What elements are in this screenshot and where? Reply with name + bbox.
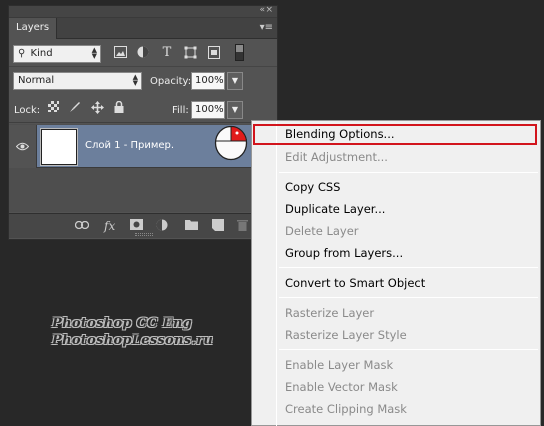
menu-separator — [279, 349, 538, 350]
kind-filter-select[interactable]: ⚲ Kind ▲ ▼ — [13, 45, 101, 63]
lock-image-pixels-icon[interactable] — [68, 101, 82, 115]
adjustment-filter-icon[interactable] — [136, 46, 150, 60]
right-click-mouse-icon — [213, 123, 249, 161]
fx-icon[interactable]: fx — [104, 219, 115, 233]
tab-layers[interactable]: Layers — [9, 18, 57, 39]
lock-label: Lock: — [14, 105, 41, 116]
opacity-label: Opacity: — [150, 76, 192, 87]
blend-row: Normal ▲ ▼ Opacity: 100% ▼ — [9, 68, 277, 94]
menu-separator — [279, 267, 538, 268]
link-icon[interactable] — [74, 219, 90, 233]
menu-item-rasterize-layer[interactable]: Rasterize Layer — [285, 303, 374, 323]
menu-separator — [279, 297, 538, 298]
eye-icon[interactable] — [15, 141, 30, 154]
updown-arrows-icon: ▲ ▼ — [91, 46, 97, 60]
close-icon[interactable]: × — [265, 5, 273, 15]
lock-all-icon[interactable] — [112, 100, 126, 115]
blend-mode-select[interactable]: Normal ▲ ▼ — [13, 72, 142, 90]
visibility-toggle[interactable] — [9, 125, 37, 168]
shape-filter-icon[interactable] — [183, 46, 197, 60]
filter-toggle[interactable] — [235, 44, 244, 61]
layer-context-menu: Blending Options... Edit Adjustment... C… — [251, 120, 541, 426]
menu-item-convert-to-smart-object[interactable]: Convert to Smart Object — [285, 273, 425, 293]
lock-transparent-pixels-icon[interactable] — [46, 101, 60, 115]
opacity-field[interactable]: 100% — [191, 72, 225, 90]
opacity-dropdown-button[interactable]: ▼ — [227, 72, 243, 90]
panel-menu-icon[interactable]: ▾≡ — [260, 22, 273, 33]
menu-separator — [279, 172, 538, 173]
fill-field[interactable]: 100% — [191, 101, 225, 119]
kind-label: Kind — [30, 48, 53, 59]
search-icon: ⚲ — [18, 48, 26, 59]
layer-thumbnail[interactable] — [40, 128, 78, 166]
menu-item-copy-css[interactable]: Copy CSS — [285, 177, 340, 197]
fill-label: Fill: — [172, 105, 189, 116]
menu-item-enable-vector-mask[interactable]: Enable Vector Mask — [285, 377, 398, 397]
menu-item-duplicate-layer[interactable]: Duplicate Layer... — [285, 199, 385, 219]
panel-tab-bar: Layers ▾≡ — [9, 18, 277, 39]
image-filter-icon[interactable] — [113, 46, 127, 60]
resize-grip[interactable] — [135, 233, 153, 236]
new-layer-icon[interactable] — [212, 219, 224, 233]
group-folder-icon[interactable] — [185, 219, 198, 233]
menu-item-group-from-layers[interactable]: Group from Layers... — [285, 243, 403, 263]
blend-mode-value: Normal — [18, 75, 55, 86]
adjustment-icon[interactable] — [156, 219, 168, 233]
lock-row: Lock: Fill: 100% ▼ — [9, 97, 277, 123]
filter-row: ⚲ Kind ▲ ▼ T — [9, 41, 277, 67]
layer-name[interactable]: Слой 1 - Пример. — [85, 140, 174, 151]
type-filter-icon[interactable]: T — [160, 46, 174, 60]
lock-position-icon[interactable] — [90, 101, 104, 115]
menu-item-delete-layer[interactable]: Delete Layer — [285, 221, 359, 241]
collapse-icon[interactable]: « — [259, 5, 264, 15]
fill-dropdown-button[interactable]: ▼ — [227, 101, 243, 119]
menu-gutter — [276, 121, 277, 426]
updown-arrows-icon: ▲ ▼ — [132, 73, 138, 87]
trash-icon[interactable] — [237, 219, 248, 233]
menu-item-create-clipping-mask[interactable]: Create Clipping Mask — [285, 399, 407, 419]
mask-icon[interactable] — [130, 219, 143, 233]
panel-title-bar[interactable]: « × — [9, 5, 277, 18]
menu-item-rasterize-layer-style[interactable]: Rasterize Layer Style — [285, 325, 407, 345]
watermark-line-2: PhotoshopLessons.ru — [52, 333, 214, 348]
menu-item-enable-layer-mask[interactable]: Enable Layer Mask — [285, 355, 393, 375]
menu-item-edit-adjustment[interactable]: Edit Adjustment... — [285, 147, 388, 167]
highlight-box — [253, 124, 537, 145]
smart-object-filter-icon[interactable] — [207, 46, 221, 60]
watermark-line-1: Photoshop CC Eng — [52, 316, 193, 331]
